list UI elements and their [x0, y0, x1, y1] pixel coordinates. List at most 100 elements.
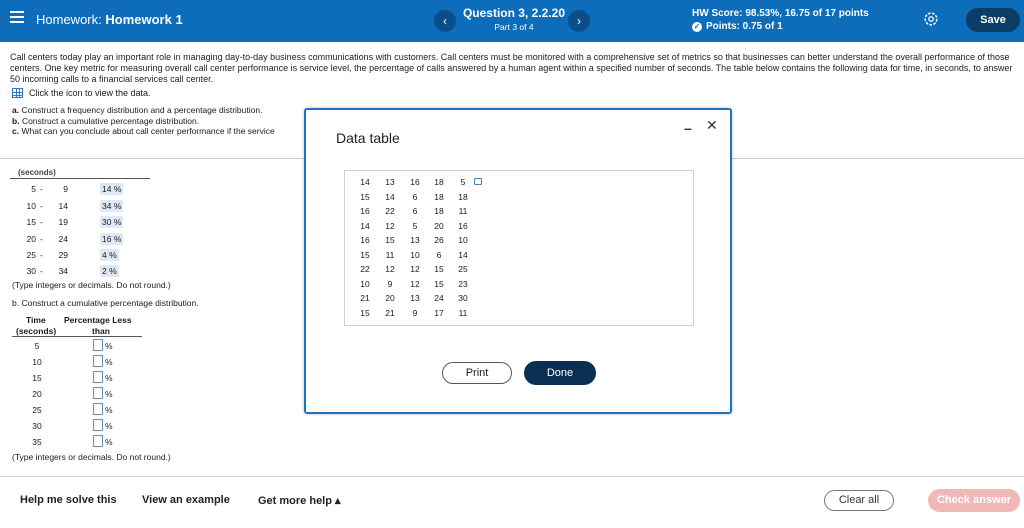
homework-title: Homework: Homework 1	[36, 12, 183, 27]
data-cell: 20	[434, 220, 444, 231]
time-value: 5	[34, 341, 40, 351]
cumulative-percent-input[interactable]	[93, 339, 103, 351]
part-a-text: Construct a frequency distribution and a…	[21, 105, 263, 115]
time-value: 15	[32, 373, 42, 383]
data-cell: 10	[360, 278, 370, 289]
save-button[interactable]: Save	[966, 8, 1020, 32]
class-upper: 29	[58, 250, 68, 260]
data-cell: 11	[458, 307, 468, 318]
close-icon[interactable]: ✕	[706, 117, 718, 134]
check-answer-button[interactable]: Check answer	[928, 489, 1020, 512]
dialog-title: Data table	[336, 130, 400, 146]
percentage-answer[interactable]: 4 %	[100, 249, 119, 261]
data-cell: 5	[460, 177, 466, 187]
points-text: Points: 0.75 of 1	[706, 21, 783, 32]
data-cell: 15	[360, 249, 370, 260]
view-example-link[interactable]: View an example	[142, 494, 230, 506]
data-cell: 14	[385, 191, 395, 202]
homework-prefix: Homework:	[36, 12, 102, 27]
previous-question-button[interactable]: ‹	[434, 10, 456, 32]
clear-all-button[interactable]: Clear all	[824, 490, 894, 511]
percentage-answer[interactable]: 30 %	[100, 216, 124, 228]
class-lower: 20	[26, 234, 36, 244]
data-cell: 16	[360, 206, 370, 216]
data-cell: 15	[360, 191, 370, 202]
data-cell: 30	[458, 293, 468, 303]
data-cell: 22	[360, 264, 370, 274]
cumulative-percent-input[interactable]	[93, 435, 103, 447]
data-grid: 14 13 16 18 5 15 14 6 18 18 16 22 6 18 11 14 12 5 20 16 16 15…	[344, 170, 694, 326]
class-upper: 34	[58, 266, 68, 276]
percent-sign: %	[105, 421, 113, 431]
homework-name: Homework 1	[105, 12, 183, 27]
data-cell: 12	[385, 264, 395, 274]
question-parts: a. Construct a frequency distribution an…	[12, 105, 275, 137]
time-column-header: Time	[26, 315, 46, 325]
data-cell: 13	[410, 293, 420, 303]
data-cell: 6	[412, 206, 418, 216]
class-dash: -	[40, 266, 43, 276]
cumulative-percent-input[interactable]	[93, 355, 103, 367]
copy-icon[interactable]	[474, 178, 482, 185]
cumulative-percent-input[interactable]	[93, 419, 103, 431]
class-lower: 30	[26, 266, 36, 276]
class-upper: 9	[63, 184, 68, 194]
next-question-button[interactable]: ›	[568, 10, 590, 32]
data-cell: 22	[385, 206, 395, 216]
data-cell: 23	[458, 278, 468, 289]
print-button[interactable]: Print	[442, 362, 512, 384]
done-button[interactable]: Done	[524, 361, 596, 385]
data-cell: 12	[410, 278, 420, 289]
question-title: Question 3, 2.2.20	[462, 6, 566, 20]
time-value: 20	[32, 389, 42, 399]
data-cell: 16	[360, 235, 370, 245]
data-cell: 14	[458, 249, 468, 260]
data-cell: 14	[360, 177, 370, 187]
percent-sign: %	[105, 437, 113, 447]
hw-score: HW Score: 98.53%, 16.75 of 17 points	[692, 8, 869, 19]
part-b-line: b. Construct a cumulative percentage dis…	[12, 115, 200, 126]
percentage-answer[interactable]: 16 %	[100, 233, 124, 245]
time-value: 25	[32, 405, 42, 415]
data-cell: 18	[434, 206, 444, 216]
hamburger-icon[interactable]	[10, 11, 24, 25]
data-cell: 15	[385, 235, 395, 245]
class-dash: -	[40, 234, 43, 244]
percentage-answer[interactable]: 14 %	[100, 183, 124, 195]
percentage-column-header: Percentage Less	[64, 315, 132, 325]
percent-sign: %	[105, 405, 113, 415]
class-lower: 10	[26, 201, 36, 211]
percent-sign: %	[105, 341, 113, 351]
view-data-line[interactable]: Click the icon to view the data.	[12, 88, 151, 98]
class-upper: 19	[58, 217, 68, 227]
data-cell: 21	[385, 307, 395, 318]
cumulative-percent-input[interactable]	[93, 403, 103, 415]
percentage-answer[interactable]: 2 %	[100, 265, 119, 277]
cumulative-percent-input[interactable]	[93, 387, 103, 399]
table-icon[interactable]	[12, 88, 23, 98]
help-me-solve-link[interactable]: Help me solve this	[20, 494, 117, 506]
data-cell: 25	[458, 264, 468, 274]
class-lower: 15	[26, 217, 36, 227]
data-cell: 12	[410, 264, 420, 274]
class-dash: -	[40, 184, 43, 194]
cumulative-percent-input[interactable]	[93, 371, 103, 383]
data-cell: 12	[385, 220, 395, 231]
gear-icon[interactable]	[922, 10, 940, 28]
data-cell: 14	[360, 220, 370, 231]
get-more-help-link[interactable]: Get more help ▴	[258, 494, 341, 507]
data-cell: 13	[410, 235, 420, 245]
data-cell: 10	[458, 235, 468, 245]
data-cell: 20	[385, 293, 395, 303]
points-status: ✓ Points: 0.75 of 1	[692, 21, 783, 32]
data-cell: 9	[412, 307, 418, 318]
part-a-hint: (Type integers or decimals. Do not round…	[12, 280, 171, 290]
data-cell: 15	[434, 264, 444, 274]
than-column-header: than	[92, 326, 110, 336]
part-a-header-fragment: (seconds)	[18, 168, 56, 177]
data-cell: 11	[385, 249, 395, 260]
class-upper: 24	[58, 234, 68, 244]
minimize-icon[interactable]: –	[684, 120, 692, 136]
data-cell: 10	[410, 249, 420, 260]
percentage-answer[interactable]: 34 %	[100, 200, 124, 212]
